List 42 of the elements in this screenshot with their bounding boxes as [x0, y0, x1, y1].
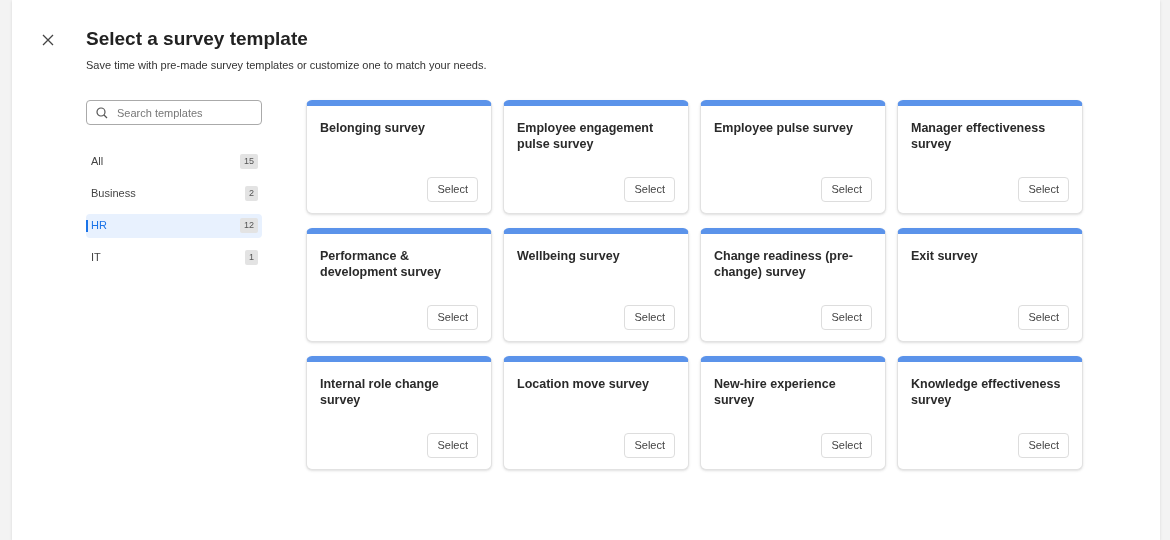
count-badge: 1	[245, 249, 258, 266]
card-title: Wellbeing survey	[517, 247, 621, 264]
select-button[interactable]: Select	[821, 176, 872, 202]
category-item[interactable]: IT 1	[86, 245, 262, 270]
select-button[interactable]: Select	[1018, 176, 1069, 202]
card-title: Belonging survey	[320, 119, 426, 136]
card-title: Manager effectiveness survey	[911, 119, 1047, 152]
select-button[interactable]: Select	[1018, 304, 1069, 330]
count-badge: 2	[245, 185, 258, 202]
category-label: HR	[91, 218, 107, 234]
category-item[interactable]: HR 12	[86, 213, 262, 238]
count-badge: 15	[240, 153, 258, 170]
dialog-subtitle: Save time with pre-made survey templates or customize one to match your needs.	[86, 58, 488, 73]
close-button[interactable]	[40, 32, 56, 48]
close-icon	[42, 34, 54, 46]
card-title: Knowledge effectiveness survey	[911, 375, 1062, 408]
search-field[interactable]: Search templates	[86, 100, 262, 125]
select-button[interactable]: Select	[427, 432, 478, 458]
card-title: Employee engagement pulse survey	[517, 119, 655, 152]
card-title: Change readiness (pre-change) survey	[714, 247, 854, 280]
category-label: IT	[91, 250, 101, 266]
card-title: Location move survey	[517, 375, 650, 392]
select-button[interactable]: Select	[1018, 432, 1069, 458]
category-label: Business	[91, 186, 136, 202]
dialog-title: Select a survey template	[86, 27, 309, 51]
card-title: Internal role change survey	[320, 375, 440, 408]
category-item[interactable]: Business 2	[86, 181, 262, 206]
card-title: Exit survey	[911, 247, 979, 264]
select-button[interactable]: Select	[427, 304, 478, 330]
card-title: Employee pulse survey	[714, 119, 854, 136]
count-badge: 12	[240, 217, 258, 234]
select-button[interactable]: Select	[427, 176, 478, 202]
select-button[interactable]: Select	[821, 432, 872, 458]
category-label: All	[91, 154, 104, 170]
select-button[interactable]: Select	[821, 304, 872, 330]
select-button[interactable]: Select	[624, 432, 675, 458]
card-title: New-hire experience survey	[714, 375, 837, 408]
select-button[interactable]: Select	[624, 176, 675, 202]
search-icon	[96, 106, 108, 119]
card-title: Performance & development survey	[320, 247, 442, 280]
select-button[interactable]: Select	[624, 304, 675, 330]
category-item[interactable]: All 15	[86, 149, 262, 174]
